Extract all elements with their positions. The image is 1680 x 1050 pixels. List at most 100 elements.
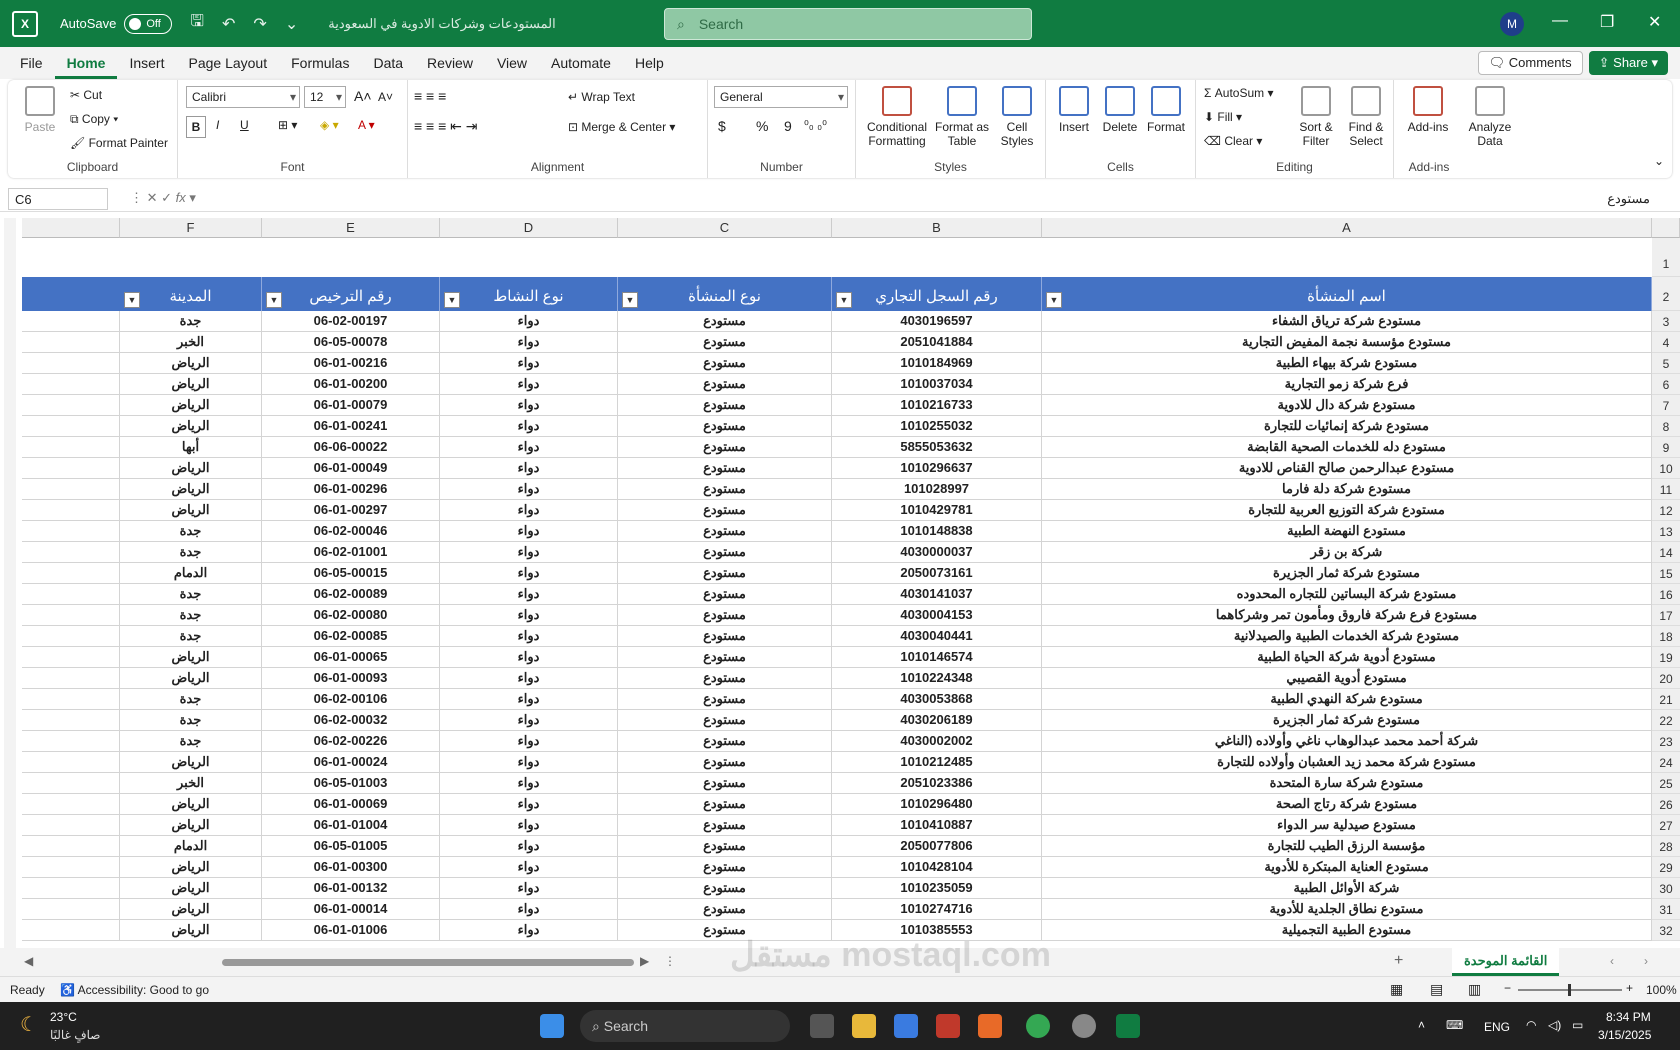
table-cell-d[interactable]: دواء (440, 731, 618, 752)
chrome-icon[interactable] (1026, 1014, 1050, 1038)
table-cell-c[interactable]: مستودع (618, 395, 832, 416)
table-cell-f[interactable]: الرياض (120, 479, 262, 500)
table-cell-d[interactable]: دواء (440, 626, 618, 647)
table-cell-a[interactable]: مستودع فرع شركة فاروق ومأمون تمر وشركاهم… (1042, 605, 1652, 626)
restore-icon[interactable]: ❐ (1600, 12, 1614, 32)
format-cells-button[interactable]: Format (1144, 86, 1188, 134)
table-cell-empty[interactable] (22, 395, 120, 416)
table-cell-empty[interactable] (22, 437, 120, 458)
table-cell-e[interactable]: 06-02-00032 (262, 710, 440, 731)
undo-icon[interactable]: ↶ (222, 14, 235, 34)
table-cell-e[interactable]: 06-06-00022 (262, 437, 440, 458)
table-cell-a[interactable]: مستودع شركة ترياق الشفاء (1042, 311, 1652, 332)
table-cell-empty[interactable] (22, 920, 120, 941)
table-cell-b[interactable]: 1010184969 (832, 353, 1042, 374)
table-cell-a[interactable]: مستودع الطبية التجميلية (1042, 920, 1652, 941)
search-box[interactable]: ⌕ Search (664, 8, 1032, 40)
table-cell-c[interactable]: مستودع (618, 563, 832, 584)
next-sheet-icon[interactable]: › (1644, 954, 1648, 968)
table-cell-b[interactable]: 1010410887 (832, 815, 1042, 836)
table-cell-c[interactable]: مستودع (618, 332, 832, 353)
table-cell-d[interactable]: دواء (440, 521, 618, 542)
table-cell-a[interactable]: شركة الأوائل الطبية (1042, 878, 1652, 899)
column-header-e[interactable]: E (262, 218, 440, 238)
table-cell-d[interactable]: دواء (440, 710, 618, 731)
bold-button[interactable]: B (186, 116, 206, 138)
table-header-d[interactable]: نوع النشاط (440, 277, 618, 311)
filter-dropdown-icon[interactable]: ▼ (622, 292, 638, 308)
table-cell-f[interactable]: الرياض (120, 899, 262, 920)
row-header[interactable]: 16 (1652, 584, 1680, 605)
table-cell-e[interactable]: 06-02-00080 (262, 605, 440, 626)
more-options-icon[interactable]: ⋮ (664, 954, 676, 968)
row-header[interactable]: 6 (1652, 374, 1680, 395)
top-align-icon[interactable]: ≡ ≡ ≡ (414, 88, 446, 104)
scroll-right-icon[interactable]: ▶ (640, 954, 649, 968)
table-cell-e[interactable]: 06-01-00069 (262, 794, 440, 815)
table-cell-b[interactable]: 4030002002 (832, 731, 1042, 752)
settings-icon[interactable] (1072, 1014, 1096, 1038)
table-cell-d[interactable]: دواء (440, 605, 618, 626)
column-header-a[interactable]: A (1042, 218, 1652, 238)
table-cell-empty[interactable] (22, 794, 120, 815)
table-cell-b[interactable]: 1010296637 (832, 458, 1042, 479)
table-cell-a[interactable]: مستودع نطاق الجلدية للأدوية (1042, 899, 1652, 920)
table-cell-d[interactable]: دواء (440, 647, 618, 668)
table-cell-f[interactable]: الرياض (120, 815, 262, 836)
table-cell-d[interactable]: دواء (440, 668, 618, 689)
formula-input[interactable]: مستودع (1607, 191, 1650, 207)
table-cell-empty[interactable] (22, 332, 120, 353)
font-family-select[interactable]: Calibri (186, 86, 300, 108)
table-cell-empty[interactable] (22, 836, 120, 857)
table-cell-e[interactable]: 06-05-01003 (262, 773, 440, 794)
table-cell-e[interactable]: 06-02-01001 (262, 542, 440, 563)
row-header[interactable]: 19 (1652, 647, 1680, 668)
table-cell-b[interactable]: 4030040441 (832, 626, 1042, 647)
file-explorer-icon[interactable] (852, 1014, 876, 1038)
table-cell-f[interactable]: الرياض (120, 374, 262, 395)
sort-filter-button[interactable]: Sort & Filter (1294, 86, 1338, 148)
table-cell-e[interactable]: 06-02-00226 (262, 731, 440, 752)
table-cell-c[interactable]: مستودع (618, 479, 832, 500)
row-header[interactable]: 30 (1652, 878, 1680, 899)
table-cell-e[interactable]: 06-01-00241 (262, 416, 440, 437)
table-cell-d[interactable]: دواء (440, 857, 618, 878)
table-cell-f[interactable]: الرياض (120, 416, 262, 437)
table-cell-f[interactable]: الرياض (120, 458, 262, 479)
table-cell-b[interactable]: 4030196597 (832, 311, 1042, 332)
table-cell-f[interactable]: الدمام (120, 836, 262, 857)
table-cell-f[interactable]: الرياض (120, 500, 262, 521)
table-cell-empty[interactable] (22, 689, 120, 710)
menu-automate[interactable]: Automate (539, 47, 623, 79)
share-button[interactable]: ⇪ Share ▾ (1588, 51, 1668, 75)
excel-taskbar-icon[interactable] (1116, 1014, 1140, 1038)
table-cell-d[interactable]: دواء (440, 479, 618, 500)
table-cell-empty[interactable] (22, 374, 120, 395)
table-cell-a[interactable]: مستودع شركة التوزيع العربية للتجارة (1042, 500, 1652, 521)
table-cell-c[interactable]: مستودع (618, 689, 832, 710)
table-cell-empty[interactable] (22, 416, 120, 437)
row-header[interactable]: 21 (1652, 689, 1680, 710)
table-cell-f[interactable]: الرياض (120, 647, 262, 668)
column-header-f[interactable]: F (120, 218, 262, 238)
table-cell-empty[interactable] (22, 878, 120, 899)
column-header-c[interactable]: C (618, 218, 832, 238)
table-cell-a[interactable]: مستودع عبدالرحمن صالح القناص للادوية (1042, 458, 1652, 479)
name-box[interactable]: C6 (8, 188, 108, 210)
table-cell-f[interactable]: الرياض (120, 353, 262, 374)
table-cell-d[interactable]: دواء (440, 920, 618, 941)
comma-button[interactable]: 9 (784, 118, 792, 134)
table-cell-f[interactable]: جدة (120, 542, 262, 563)
table-cell-a[interactable]: مستودع شركة سارة المتحدة (1042, 773, 1652, 794)
table-cell-f[interactable]: الرياض (120, 878, 262, 899)
table-header-f[interactable]: المدينة (120, 277, 262, 311)
column-header-b[interactable]: B (832, 218, 1042, 238)
filter-dropdown-icon[interactable]: ▼ (124, 292, 140, 308)
row-header[interactable]: 4 (1652, 332, 1680, 353)
table-cell-c[interactable]: مستودع (618, 752, 832, 773)
table-cell-empty[interactable] (22, 542, 120, 563)
table-cell-empty[interactable] (22, 752, 120, 773)
table-cell-a[interactable]: مستودع شركة رتاج الصحة (1042, 794, 1652, 815)
accessibility-icon[interactable]: ♿ Accessibility: Good to go (60, 983, 209, 997)
table-cell-empty[interactable] (22, 815, 120, 836)
